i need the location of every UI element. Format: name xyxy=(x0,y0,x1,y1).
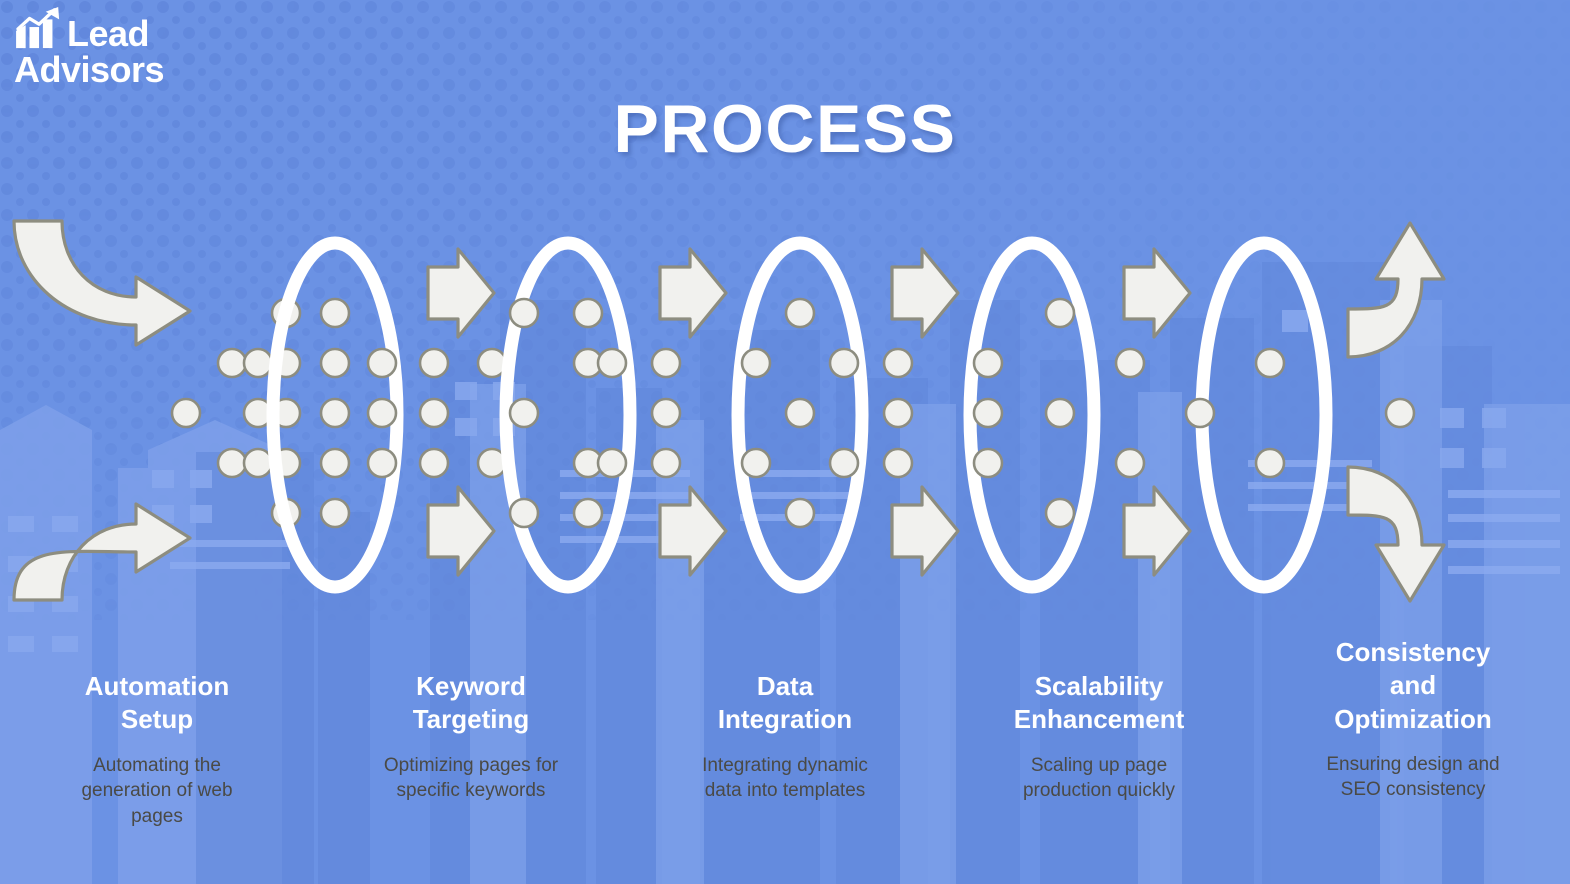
node-group-ring-2 xyxy=(508,297,628,529)
process-step-1[interactable]: Automation Setup Automating the generati… xyxy=(0,620,314,870)
step-2-title: Keyword Targeting xyxy=(412,671,530,735)
brand-name-line2: Advisors xyxy=(14,49,165,90)
step-2-description: Optimizing pages for specific keywords xyxy=(383,754,559,802)
process-steps-list: Automation Setup Automating the generati… xyxy=(0,620,1570,870)
node-group-ring-4 xyxy=(972,297,1076,529)
curved-arrow-in-top xyxy=(12,219,192,347)
process-step-4[interactable]: Scalability Enhancement Scaling up page … xyxy=(942,620,1256,870)
process-step-5[interactable]: Consistency and Optimization Ensuring de… xyxy=(1256,620,1570,870)
curved-arrow-out-bottom xyxy=(1346,465,1446,603)
node-group-output xyxy=(1384,397,1416,429)
process-step-3[interactable]: Data Integration Integrating dynamic dat… xyxy=(628,620,942,870)
chevron-arrow-4-top xyxy=(1122,247,1192,339)
chevron-arrow-3-bottom xyxy=(890,485,960,577)
chevron-arrow-1-bottom xyxy=(426,485,496,577)
curved-arrow-out-top xyxy=(1346,221,1446,359)
chevron-arrow-2-top xyxy=(658,247,728,339)
step-5-description: Ensuring design and SEO consistency xyxy=(1326,753,1500,801)
node-group-mid-1 xyxy=(418,347,508,479)
step-5-title: Consistency and Optimization xyxy=(1334,637,1492,734)
brand-logo[interactable]: Lead Advisors xyxy=(14,6,165,90)
chevron-arrow-4-bottom xyxy=(1122,485,1192,577)
node-group-mid-4 xyxy=(1114,347,1146,479)
step-1-description: Automating the generation of web pages xyxy=(81,754,233,827)
step-3-description: Integrating dynamic data into templates xyxy=(702,754,868,802)
process-step-2[interactable]: Keyword Targeting Optimizing pages for s… xyxy=(314,620,628,870)
chevron-arrow-1-top xyxy=(426,247,496,339)
funnel-process-graphic xyxy=(12,219,1446,603)
chevron-arrow-3-top xyxy=(890,247,960,339)
chevron-arrow-2-bottom xyxy=(658,485,728,577)
step-4-description: Scaling up page production quickly xyxy=(1022,754,1176,802)
curved-arrow-in-bottom xyxy=(12,502,192,602)
bar-chart-growth-arrow-icon xyxy=(16,6,60,49)
page-title: PROCESS xyxy=(613,91,957,167)
funnel-ring-5 xyxy=(1195,236,1333,594)
node-group-mid-3 xyxy=(882,347,914,479)
infographic-canvas: Lead Advisors PROCESS Automation Setup A… xyxy=(0,0,1570,884)
step-3-title: Data Integration xyxy=(717,671,853,735)
step-1-title: Automation Setup xyxy=(84,671,230,735)
brand-name-line1: Lead xyxy=(67,12,150,54)
node-group-ring-3 xyxy=(740,297,860,529)
node-group-mid-2 xyxy=(650,347,682,479)
step-4-title: Scalability Enhancement xyxy=(1013,671,1185,735)
